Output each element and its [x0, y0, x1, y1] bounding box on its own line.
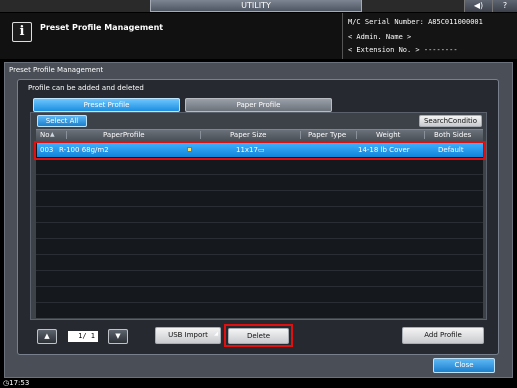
column-divider	[200, 131, 201, 139]
column-paper-profile[interactable]: PaperProfile	[103, 130, 145, 140]
clock: ◷17:53	[3, 378, 29, 388]
delete-highlight-frame	[224, 324, 293, 347]
page-up-button[interactable]: ▲	[37, 329, 57, 344]
row-divider	[36, 286, 483, 287]
instruction-message: Profile can be added and deleted	[28, 84, 144, 92]
row-divider	[36, 190, 483, 191]
column-weight[interactable]: Weight	[376, 130, 400, 140]
column-paper-type[interactable]: Paper Type	[308, 130, 346, 140]
column-no[interactable]: No	[40, 130, 50, 140]
column-divider	[66, 131, 67, 139]
usb-import-label: USB Import	[168, 331, 208, 339]
page-down-button[interactable]: ▼	[108, 329, 128, 344]
speaker-icon[interactable]: ◀)	[464, 0, 492, 12]
column-divider	[356, 131, 357, 139]
admin-name: < Admin. Name >	[348, 33, 412, 41]
add-profile-button[interactable]: Add Profile	[402, 327, 484, 344]
page-title: Preset Profile Management	[40, 23, 164, 32]
page-indicator: 1/ 1	[68, 331, 98, 342]
tab-preset-profile[interactable]: Preset Profile	[33, 98, 180, 112]
row-divider	[36, 302, 483, 303]
table-body	[36, 142, 483, 318]
column-paper-size[interactable]: Paper Size	[230, 130, 266, 140]
panel-title: Preset Profile Management	[9, 66, 104, 74]
info-icon: i	[12, 22, 32, 42]
select-all-button[interactable]: Select All	[37, 115, 87, 127]
column-divider	[300, 131, 301, 139]
utility-tab[interactable]: UTILITY	[150, 0, 362, 12]
status-bar	[0, 378, 517, 388]
tab-paper-profile[interactable]: Paper Profile	[185, 98, 332, 112]
row-divider	[36, 174, 483, 175]
serial-number: M/C Serial Number: A85C011000001	[348, 18, 483, 26]
sort-ascending-icon: ▲	[50, 131, 55, 138]
row-divider	[36, 254, 483, 255]
close-button[interactable]: Close	[433, 358, 495, 373]
row-divider	[36, 222, 483, 223]
row-highlight-frame	[34, 141, 486, 160]
submenu-corner-icon: ◢	[214, 331, 218, 337]
extension-number: < Extension No. > --------	[348, 46, 458, 54]
row-divider	[36, 238, 483, 239]
row-divider	[36, 206, 483, 207]
usb-import-button[interactable]: USB Import ◢	[155, 327, 221, 344]
column-divider	[424, 131, 425, 139]
help-icon[interactable]: ?	[492, 0, 517, 12]
search-condition-button[interactable]: SearchConditio	[419, 115, 482, 127]
row-divider	[36, 270, 483, 271]
column-both-sides[interactable]: Both Sides	[434, 130, 471, 140]
clock-time: 17:53	[9, 379, 30, 387]
